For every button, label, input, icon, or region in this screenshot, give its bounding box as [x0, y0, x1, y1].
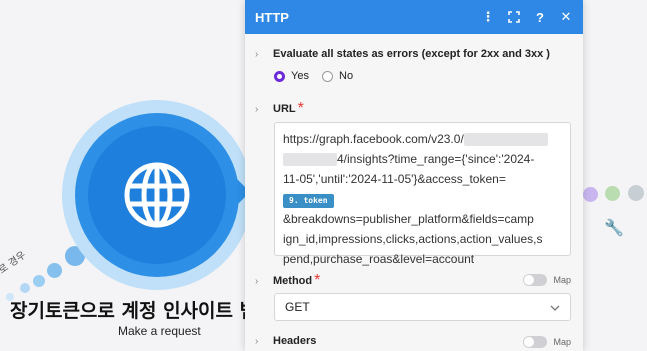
token-variable-pill[interactable]: 9. token	[283, 194, 334, 208]
connector-dot	[20, 283, 30, 293]
map-toggle-switch[interactable]	[523, 336, 548, 348]
module-title: 장기토큰으로 계정 인사이트 범	[10, 300, 258, 322]
panel-title: HTTP	[255, 9, 289, 25]
url-text: 4/insights?time_range={'since':'2024-	[337, 152, 535, 166]
route-label: 로 경우	[0, 249, 29, 277]
url-text: 11-05','until':'2024-11-05'}&access_toke…	[283, 172, 506, 186]
evaluate-errors-row: › Evaluate all states as errors (except …	[255, 48, 550, 60]
close-icon[interactable]: ✕	[559, 9, 573, 24]
chevron-down-icon	[550, 300, 560, 314]
headers-label: Headers	[273, 335, 317, 347]
url-text: ign_id,impressions,clicks,actions,action…	[283, 232, 543, 246]
redacted-text	[463, 133, 548, 147]
required-marker: *	[314, 272, 321, 289]
url-label: URL	[273, 103, 296, 115]
url-text: pend,purchase_roas&level=account	[283, 252, 475, 266]
map-label: Map	[553, 337, 571, 347]
url-text: &breakdowns=publisher_platform&fields=ca…	[283, 212, 534, 226]
radio-yes-indicator[interactable]	[274, 70, 285, 82]
module-subtitle: Make a request	[118, 324, 201, 338]
radio-no-label: No	[339, 70, 354, 82]
method-row: › Method *	[255, 272, 320, 290]
headers-map-toggle[interactable]: Map	[523, 336, 571, 348]
url-input[interactable]: https://graph.facebook.com/v23.0/ 4/insi…	[274, 122, 571, 266]
chevron-right-icon[interactable]: ›	[255, 336, 265, 347]
evaluate-errors-label: Evaluate all states as errors (except fo…	[273, 48, 550, 60]
radio-no[interactable]: No	[322, 70, 353, 82]
expand-icon[interactable]	[507, 10, 521, 24]
method-map-toggle[interactable]: Map	[523, 274, 571, 286]
radio-yes[interactable]: Yes	[274, 70, 309, 82]
panel-header: HTTP ⋮ ? ✕	[245, 0, 583, 34]
method-select[interactable]: GET	[274, 293, 571, 321]
connector-dot	[605, 186, 620, 201]
globe-icon	[124, 162, 190, 228]
headers-row: › Headers	[255, 335, 316, 347]
url-text: https://graph.facebook.com/v23.0/	[283, 132, 464, 146]
radio-no-indicator[interactable]	[322, 70, 333, 82]
http-module-panel: HTTP ⋮ ? ✕ › Evaluate all states as erro…	[245, 0, 583, 351]
connector-dot	[583, 187, 598, 202]
required-marker: *	[297, 100, 304, 117]
map-toggle-switch[interactable]	[523, 274, 548, 286]
method-value: GET	[285, 300, 310, 314]
chevron-right-icon[interactable]: ›	[255, 49, 265, 60]
wrench-icon[interactable]: 🔧	[604, 218, 624, 238]
connector-dot	[47, 263, 62, 278]
redacted-text	[283, 153, 337, 167]
chevron-right-icon[interactable]: ›	[255, 276, 265, 287]
connector-dot	[628, 185, 644, 201]
method-label: Method	[273, 275, 313, 287]
more-vertical-icon[interactable]: ⋮	[481, 9, 495, 24]
help-icon[interactable]: ?	[533, 10, 547, 25]
chevron-right-icon[interactable]: ›	[255, 104, 265, 115]
map-label: Map	[553, 275, 571, 285]
http-module-icon-wrap[interactable]	[88, 126, 226, 264]
radio-yes-label: Yes	[291, 70, 309, 82]
url-row: › URL *	[255, 100, 304, 118]
connector-dot	[33, 275, 45, 287]
